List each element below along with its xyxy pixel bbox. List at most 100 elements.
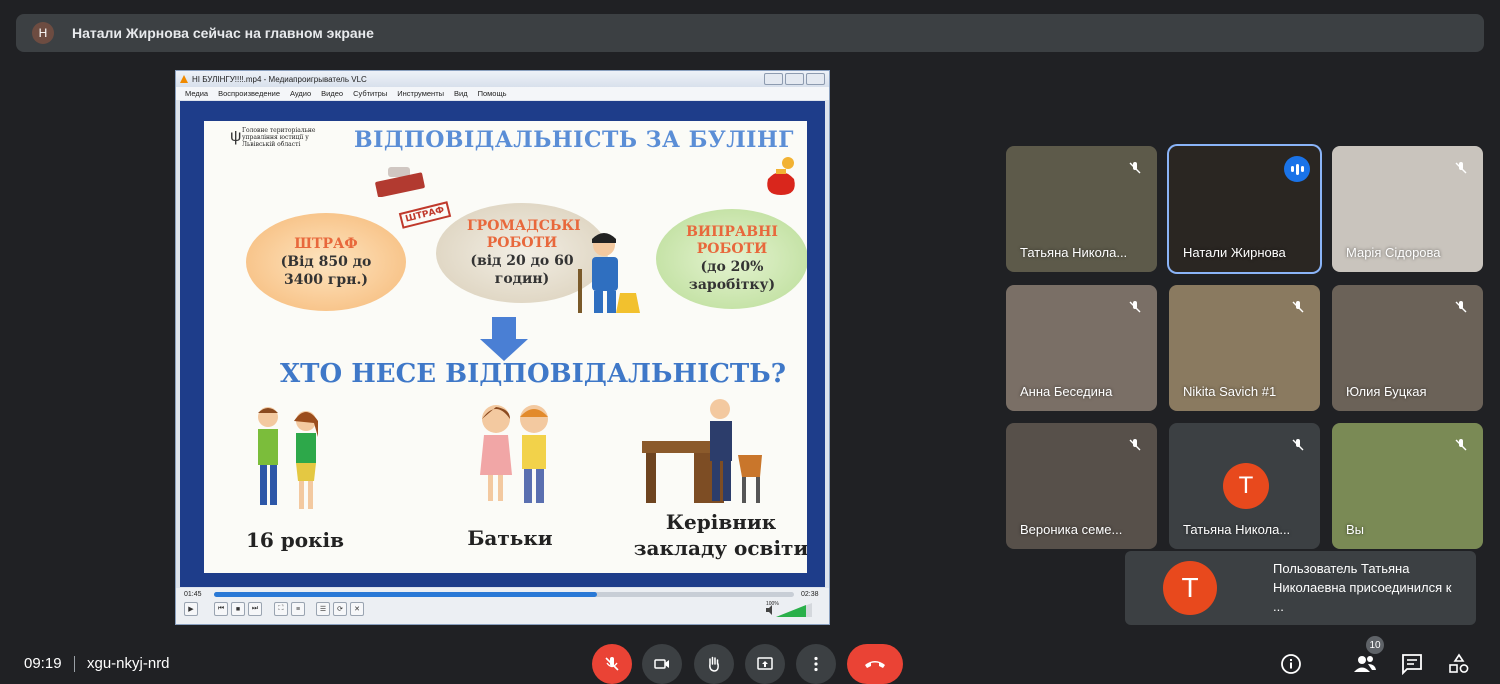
chat-icon — [1402, 654, 1422, 675]
participant-tile-self[interactable]: Вы — [1332, 423, 1483, 549]
caption-age: 16 років — [245, 528, 345, 552]
chat-button[interactable] — [1400, 652, 1424, 676]
divider — [74, 656, 75, 672]
participant-name: Вы — [1346, 522, 1365, 537]
vlc-seek-bar — [214, 592, 794, 597]
vlc-titlebar: НІ БУЛІНГУ!!!!.mp4 - Медиапроигрыватель … — [176, 71, 829, 87]
vlc-menu-subtitles: Субтитры — [353, 89, 388, 98]
participant-name: Татьяна Никола... — [1183, 522, 1291, 537]
vlc-time-total: 02:38 — [801, 591, 819, 598]
more-options-button[interactable] — [796, 644, 836, 684]
meeting-code: xgu-nkyj-nrd — [87, 655, 170, 672]
activities-button[interactable] — [1447, 652, 1471, 676]
notification-avatar: Т — [1163, 561, 1217, 615]
mic-off-icon — [1123, 433, 1147, 457]
bottom-toolbar: 09:19 xgu-nkyj-nrd 10 — [0, 636, 1500, 684]
participant-name: Юлия Буцкая — [1346, 384, 1427, 399]
mic-off-icon — [1449, 156, 1473, 180]
participant-tile[interactable]: Nikita Savich #1 — [1169, 285, 1320, 411]
vlc-prev-button: ⏮ — [214, 602, 228, 616]
participant-tile[interactable]: Вероника семе... — [1006, 423, 1157, 549]
vlc-menu-media: Медиа — [185, 89, 209, 98]
vlc-playlist-button: ☰ — [316, 602, 330, 616]
close-icon — [806, 73, 825, 85]
mic-off-icon — [1449, 433, 1473, 457]
info-icon — [1281, 654, 1301, 674]
slide: ψ Головне територіальне управління юстиц… — [204, 121, 807, 573]
camera-toggle-button[interactable] — [642, 644, 682, 684]
mic-off-icon — [1286, 295, 1310, 319]
people-icon — [1354, 656, 1376, 672]
penalty-title: ВИПРАВНІ РОБОТИ — [686, 224, 778, 257]
trident-icon: ψ — [230, 128, 242, 145]
shared-screen-vlc-window: НІ БУЛІНГУ!!!!.mp4 - Медиапроигрыватель … — [175, 70, 830, 625]
vlc-menu-video: Видео — [321, 89, 344, 98]
mic-off-icon — [1123, 295, 1147, 319]
vlc-settings-button: ≡ — [291, 602, 305, 616]
penalty-body: (від 20 до 60 годин) — [470, 253, 574, 287]
speaking-indicator-icon — [1284, 156, 1310, 182]
presenter-avatar: Н — [32, 22, 54, 44]
stamp-label: ШТРАФ — [398, 201, 451, 229]
penalty-fine: ШТРАФ (Від 850 до 3400 грн.) — [246, 213, 406, 311]
slide-org: Головне територіальне управління юстиції… — [242, 127, 316, 148]
participant-tile[interactable]: Юлия Буцкая — [1332, 285, 1483, 411]
vlc-seek-fill — [214, 592, 597, 597]
participant-name: Натали Жирнова — [1183, 245, 1286, 260]
participant-tile[interactable]: Т Татьяна Никола... — [1169, 423, 1320, 549]
vlc-loop-button: ⟳ — [333, 602, 347, 616]
activities-icon — [1449, 653, 1469, 673]
hand-icon — [709, 656, 719, 672]
vlc-stop-button: ■ — [231, 602, 245, 616]
phone-hangup-icon — [865, 661, 885, 668]
vlc-video-area: ψ Головне територіальне управління юстиц… — [180, 101, 825, 587]
present-screen-button[interactable] — [745, 644, 785, 684]
end-call-button[interactable] — [847, 644, 903, 684]
penalty-title: ШТРАФ — [294, 235, 358, 252]
meeting-details-button[interactable] — [1279, 652, 1303, 676]
current-time: 09:19 — [24, 655, 62, 672]
mic-off-icon — [1449, 295, 1473, 319]
vlc-menu-view: Вид — [454, 89, 468, 98]
vlc-time-elapsed: 01:45 — [184, 591, 202, 598]
people-button[interactable] — [1353, 652, 1377, 676]
caption-principal: Керівник закладу освіти — [633, 510, 807, 560]
slide-question: ХТО НЕСЕ ВІДПОВІДАЛЬНІСТЬ? — [280, 359, 786, 389]
participant-name: Вероника семе... — [1020, 522, 1123, 537]
participant-tile[interactable]: Анна Беседина — [1006, 285, 1157, 411]
participant-tile[interactable]: Марія Сідорова — [1332, 146, 1483, 272]
participant-tile-active-speaker[interactable]: Натали Жирнова — [1169, 146, 1320, 272]
vlc-controls: 01:45 02:38 ▶ ⏮ ■ ⏭ ⛶ ≡ ☰ ⟳ ✕ 100% — [176, 588, 829, 624]
participant-avatar: Т — [1223, 463, 1269, 509]
vlc-fullscreen-button: ⛶ — [274, 602, 288, 616]
vlc-menu-audio: Аудио — [290, 89, 312, 98]
camera-icon — [654, 659, 669, 669]
vlc-shuffle-button: ✕ — [350, 602, 364, 616]
more-vert-icon — [814, 656, 818, 672]
penalty-correctional-work: ВИПРАВНІ РОБОТИ (до 20% заробітку) — [656, 209, 807, 309]
notification-text: Пользователь Татьяна Николаевна присоеди… — [1273, 561, 1452, 614]
present-icon — [757, 657, 773, 670]
raise-hand-button[interactable] — [694, 644, 734, 684]
mic-off-icon — [605, 657, 619, 671]
money-bag-icon — [767, 157, 795, 195]
presentation-banner-text: Натали Жирнова сейчас на главном экране — [72, 25, 374, 41]
parents-illustration — [480, 405, 548, 503]
participant-name: Анна Беседина — [1020, 384, 1113, 399]
vlc-title: НІ БУЛІНГУ!!!!.mp4 - Медиапроигрыватель … — [192, 74, 367, 84]
join-notification: Т Пользователь Татьяна Николаевна присое… — [1125, 551, 1476, 625]
mic-toggle-button[interactable] — [592, 644, 632, 684]
vlc-menu-playback: Воспроизведение — [218, 89, 280, 98]
slide-title: ВІДПОВІДАЛЬНІСТЬ ЗА БУЛІНГ — [354, 127, 794, 153]
participant-tile[interactable]: Татьяна Никола... — [1006, 146, 1157, 272]
mic-off-icon — [1123, 156, 1147, 180]
vlc-menu-tools: Инструменты — [397, 89, 445, 98]
vlc-menu-help: Помощь — [477, 89, 507, 98]
participant-name: Nikita Savich #1 — [1183, 384, 1277, 399]
participant-name: Марія Сідорова — [1346, 245, 1441, 260]
stamp-icon — [375, 167, 425, 197]
presentation-banner: Н Натали Жирнова сейчас на главном экран… — [16, 14, 1484, 52]
penalty-title: ГРОМАДСЬКІ РОБОТИ — [467, 218, 581, 251]
principal-illustration — [642, 399, 762, 503]
vlc-cone-icon — [180, 75, 188, 83]
